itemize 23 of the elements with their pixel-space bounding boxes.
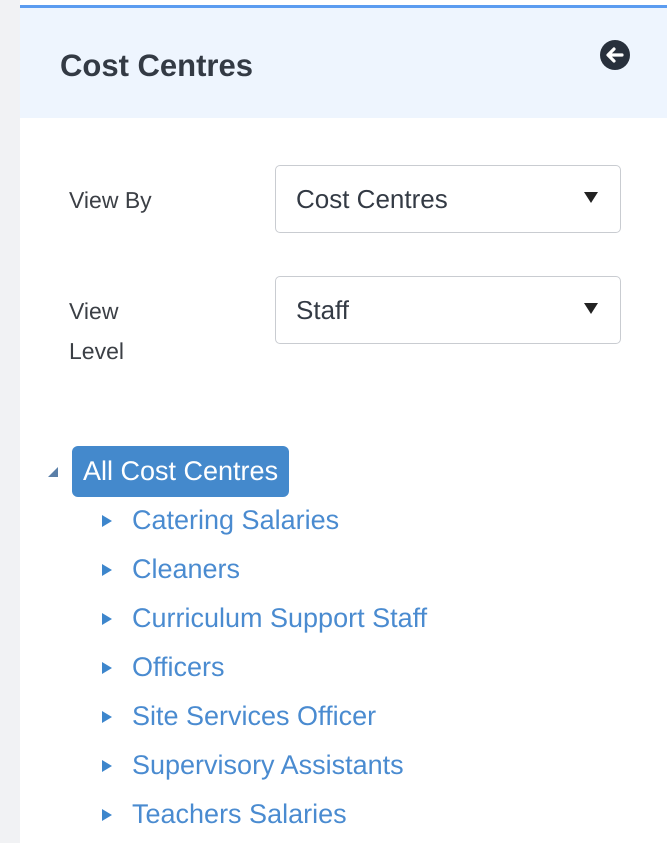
caret-icon xyxy=(584,303,598,314)
tree-item[interactable]: Officers xyxy=(132,647,225,688)
tree-item[interactable]: Curriculum Support Staff xyxy=(132,598,428,639)
dropdown[interactable]: Cost Centres xyxy=(275,165,621,233)
caret-icon xyxy=(584,192,598,203)
tree-item[interactable]: Site Services Officer xyxy=(132,696,376,737)
expand-toggle-icon[interactable] xyxy=(101,514,113,528)
tree-item[interactable]: Cleaners xyxy=(132,549,240,590)
field-label: View By xyxy=(69,186,153,215)
expand-toggle-icon[interactable] xyxy=(101,710,113,724)
expand-toggle-icon[interactable] xyxy=(101,612,113,626)
expand-toggle-icon[interactable] xyxy=(101,660,113,674)
panel-title: Cost Centres xyxy=(60,46,253,85)
tree-item[interactable]: Supervisory Assistants xyxy=(132,745,404,786)
field-label: View Level xyxy=(69,297,125,366)
expand-toggle-icon[interactable] xyxy=(101,808,113,822)
tree-item[interactable]: Catering Salaries xyxy=(132,500,340,541)
expand-toggle-icon[interactable] xyxy=(101,758,113,772)
tree-item[interactable]: All Cost Centres xyxy=(72,446,290,497)
tree-item[interactable]: Teachers Salaries xyxy=(132,794,347,835)
collapse-toggle-icon[interactable] xyxy=(47,466,59,478)
dropdown[interactable]: Staff xyxy=(275,276,621,344)
expand-toggle-icon[interactable] xyxy=(101,562,113,576)
